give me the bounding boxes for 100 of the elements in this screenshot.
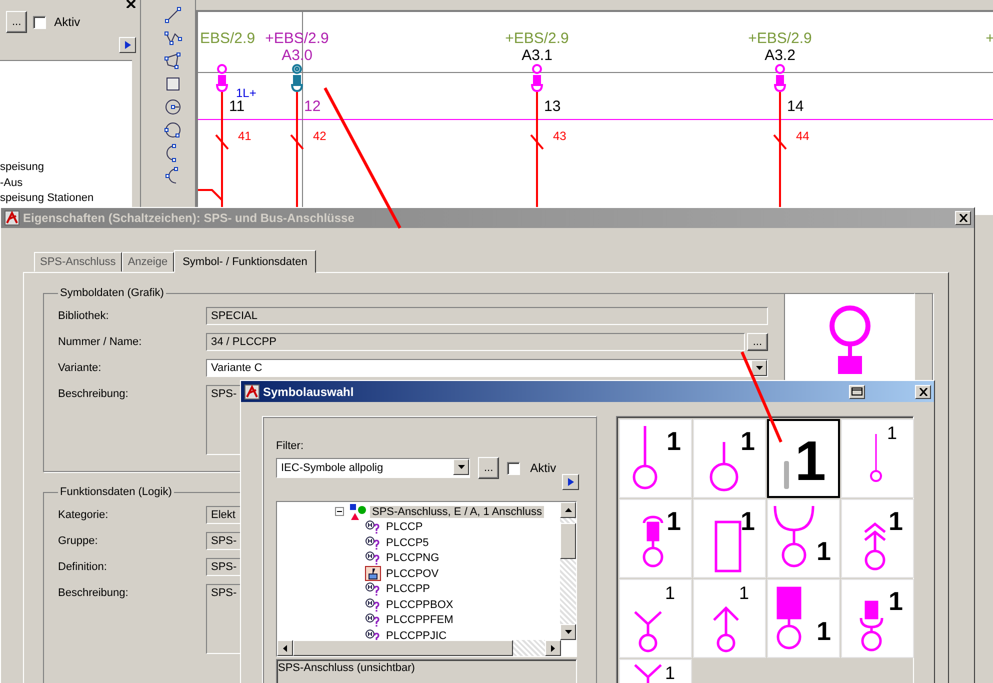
schematic-symbol [709,441,739,492]
symbol-number: 1 [740,428,755,454]
expand-button[interactable] [562,474,579,490]
filter-label: Filter: [276,439,304,454]
selected-connector-symbol[interactable] [290,64,304,94]
group-title: Symboldaten (Grafik) [59,287,165,299]
browse-button[interactable]: ... [478,457,500,479]
dock-button[interactable] [849,384,865,398]
unknown-symbol-icon [365,582,381,596]
terminal-number: 11 [229,98,245,115]
tree-item[interactable]: PLCCP [384,521,425,534]
tab[interactable]: SPS-Anschluss [34,252,122,272]
circle-tool-icon[interactable] [164,121,182,139]
polyline-tool-icon[interactable] [164,29,182,47]
symbol-tile[interactable]: 1 [767,419,840,498]
tree-item[interactable]: PLCCP5 [384,536,431,549]
tree-item[interactable]: PLCCPPBOX [384,598,456,611]
device-label: A3.2 [764,47,796,64]
close-button[interactable] [915,384,931,398]
connector-symbol[interactable] [773,64,787,94]
field-label: Variante: [58,361,102,376]
symbol-tile[interactable]: 1 [841,419,914,498]
polygon-tool-icon[interactable] [164,52,182,70]
list-item[interactable]: -Aus [0,176,132,191]
checkbox[interactable] [33,16,46,28]
tree-item[interactable]: SPS-Anschluss, E / A, 1 Anschluss [370,506,544,518]
description-field: SPS-Anschluss (unsichtbar) [276,659,577,683]
list-item[interactable]: speisung Stationen [0,191,132,206]
collapse-icon[interactable] [335,507,344,516]
location-label: +EBS/2.9 [504,30,570,47]
tree-item[interactable]: PLCCPOV [384,568,441,580]
symbol-tile[interactable]: 1 [767,579,840,658]
tree-item[interactable]: PLCCPNG [384,552,442,564]
schematic-symbol [773,505,815,568]
symbol-tile[interactable]: 1 [619,499,692,578]
wire-number: 42 [313,129,326,143]
rectangle-tool-icon[interactable] [164,75,182,93]
tab[interactable]: Anzeige [122,252,174,272]
schematic-symbol [870,433,882,483]
symbol-tile[interactable]: 1 [767,499,840,578]
field-label: Gruppe: [58,534,99,549]
dropdown-arrow-icon [458,465,464,469]
tree-item[interactable]: PLCCPPJIC [384,630,449,642]
symbol-tile[interactable]: 1 [619,579,692,658]
tree-item[interactable]: PLCCPP [384,583,432,596]
filter-dropdown[interactable]: IEC-Symbole allpolig [276,458,470,478]
dropdown-arrow-icon [756,366,762,370]
location-label: +EBS/2.9 [747,30,813,47]
wire-number: 43 [553,129,566,143]
symbol-number: 1 [816,618,831,644]
terminal-number: 13 [544,98,561,115]
symbol-number: 1 [664,584,675,602]
close-icon [918,388,928,396]
symbol-file-icon [365,566,381,582]
field-label: Definition: [58,560,108,575]
browse-button[interactable]: ... [746,333,768,351]
app-icon [4,210,20,226]
list-item[interactable]: speisung [0,160,132,176]
browse-button[interactable]: ... [6,11,28,33]
symbol-number: 1 [666,428,681,454]
symbol-tile[interactable]: 1 [619,659,692,683]
close-icon[interactable] [126,0,136,8]
terminal-number: 14 [787,98,804,115]
symbol-number: 1 [888,508,903,534]
dropdown-field[interactable]: Variante C [206,359,768,377]
scroll-left-icon [283,644,287,652]
checkbox[interactable] [507,462,520,474]
symbol-tile[interactable]: 1 [619,419,692,498]
dialog-title: Symbolauswahl [263,384,355,398]
line-tool-icon[interactable] [164,6,182,24]
symbol-tile[interactable]: 1 [841,579,914,658]
symbol-number: 1 [816,538,831,564]
connector-symbol[interactable] [530,64,544,94]
close-icon [958,214,968,222]
horizontal-scrollbar[interactable] [277,640,561,656]
checkbox-label: Aktiv [54,15,80,29]
app-icon [244,384,260,400]
signal-label: 1L+ [236,86,256,100]
circle-tool-icon[interactable] [164,98,182,116]
close-button[interactable] [955,211,971,225]
symbol-number: 1 [738,584,749,602]
symbol-tile[interactable]: 1 [693,419,766,498]
symbol-tile[interactable]: 1 [693,579,766,658]
symbol-tile[interactable]: 1 [841,499,914,578]
wire-number: 41 [238,129,252,143]
field-label: Beschreibung: [58,387,130,402]
scroll-up-icon [564,508,572,512]
tab[interactable]: Symbol- / Funktionsdaten [174,250,316,273]
schematic-symbol [633,610,663,654]
schematic-symbol [777,587,802,650]
symbol-number: 1 [664,664,675,682]
tree-item[interactable]: PLCCPPFEM [384,614,456,626]
connector-symbol[interactable] [215,64,229,94]
readonly-field[interactable]: 34 / PLCCPP [206,333,745,351]
readonly-field[interactable]: SPECIAL [206,307,768,325]
schematic-symbol [863,521,887,572]
vertical-scrollbar[interactable] [560,502,576,640]
symbol-tile[interactable]: 1 [693,499,766,578]
scroll-down-icon [564,630,572,634]
expand-button[interactable] [119,37,136,53]
